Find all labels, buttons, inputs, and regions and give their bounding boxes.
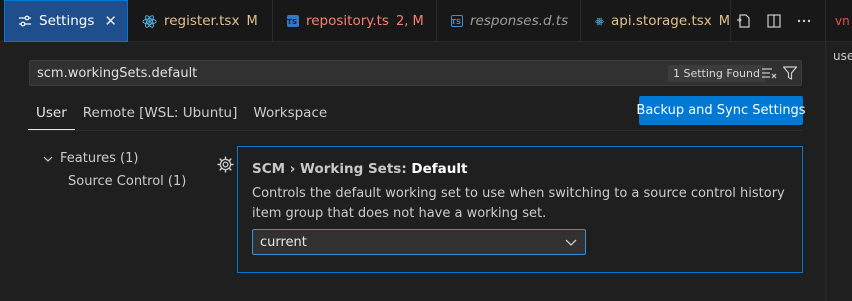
- filter-icon[interactable]: [782, 65, 798, 81]
- typescript-icon: TS: [287, 15, 299, 27]
- tab-responses-d-ts[interactable]: TS responses.d.ts: [437, 0, 581, 42]
- git-modified-badge: M: [718, 13, 730, 29]
- toc-label: Features (1): [60, 151, 139, 166]
- setting-category: SCM › Working Sets:: [252, 161, 412, 177]
- clear-filter-icon[interactable]: [761, 65, 777, 81]
- setting-description: Controls the default working set to use …: [252, 186, 785, 221]
- gear-icon[interactable]: [217, 156, 234, 173]
- tab-label: Settings: [39, 13, 95, 29]
- tab-label: vn: [835, 14, 850, 28]
- typescript-def-icon: TS: [451, 15, 463, 27]
- git-modified-badge: M: [246, 13, 258, 29]
- open-settings-json-icon[interactable]: [735, 12, 753, 30]
- selected-value: current: [260, 235, 307, 250]
- problems-badge: 2, M: [395, 13, 424, 29]
- setting-title: SCM › Working Sets: Default: [252, 161, 467, 177]
- react-icon: [142, 14, 157, 28]
- settings-search-input[interactable]: scm.workingSets.default 1 Setting Found: [29, 60, 802, 86]
- more-actions-icon[interactable]: [795, 12, 813, 30]
- chevron-down-icon: [565, 239, 577, 246]
- code-line: use: [833, 49, 852, 63]
- tab-api-storage-tsx[interactable]: api.storage.tsx M: [581, 0, 731, 42]
- tab-settings[interactable]: Settings ✕: [4, 0, 128, 42]
- working-set-select[interactable]: current: [252, 229, 586, 255]
- editor-actions: [735, 0, 825, 42]
- setting-item-scm-working-sets-default: SCM › Working Sets: Default Controls the…: [237, 146, 803, 273]
- tab-repository-ts[interactable]: TS repository.ts 2, M: [273, 0, 437, 42]
- results-count-badge: 1 Setting Found: [668, 65, 765, 82]
- tab-label: api.storage.tsx: [611, 13, 712, 29]
- divider: [28, 130, 803, 131]
- tab-label: repository.ts: [306, 13, 389, 29]
- toc-item-source-control[interactable]: Source Control (1): [40, 170, 210, 193]
- toc-item-features[interactable]: Features (1): [40, 147, 210, 170]
- adjacent-tab[interactable]: vn: [826, 0, 852, 42]
- setting-name: Default: [411, 161, 468, 177]
- split-editor-icon[interactable]: [765, 12, 783, 30]
- editor-tab-bar: Settings ✕ register.tsx M TS repository.…: [0, 0, 825, 42]
- tab-label: register.tsx: [164, 13, 240, 29]
- tab-workspace[interactable]: Workspace: [245, 96, 335, 130]
- backup-and-sync-button[interactable]: Backup and Sync Settings: [636, 96, 806, 125]
- search-query: scm.workingSets.default: [37, 66, 198, 81]
- settings-toc: Features (1) Source Control (1): [40, 147, 210, 193]
- react-icon: [595, 17, 604, 25]
- tab-remote-wsl[interactable]: Remote [WSL: Ubuntu]: [75, 96, 246, 130]
- tab-user[interactable]: User: [28, 96, 75, 130]
- chevron-down-icon: [40, 151, 56, 167]
- adjacent-editor-group: vn use: [825, 0, 852, 301]
- close-icon[interactable]: ✕: [104, 12, 117, 30]
- tab-register-tsx[interactable]: register.tsx M: [128, 0, 273, 42]
- settings-scope-tabs: User Remote [WSL: Ubuntu] Workspace: [28, 96, 335, 130]
- settings-sliders-icon: [19, 15, 31, 27]
- tab-label: responses.d.ts: [470, 13, 569, 29]
